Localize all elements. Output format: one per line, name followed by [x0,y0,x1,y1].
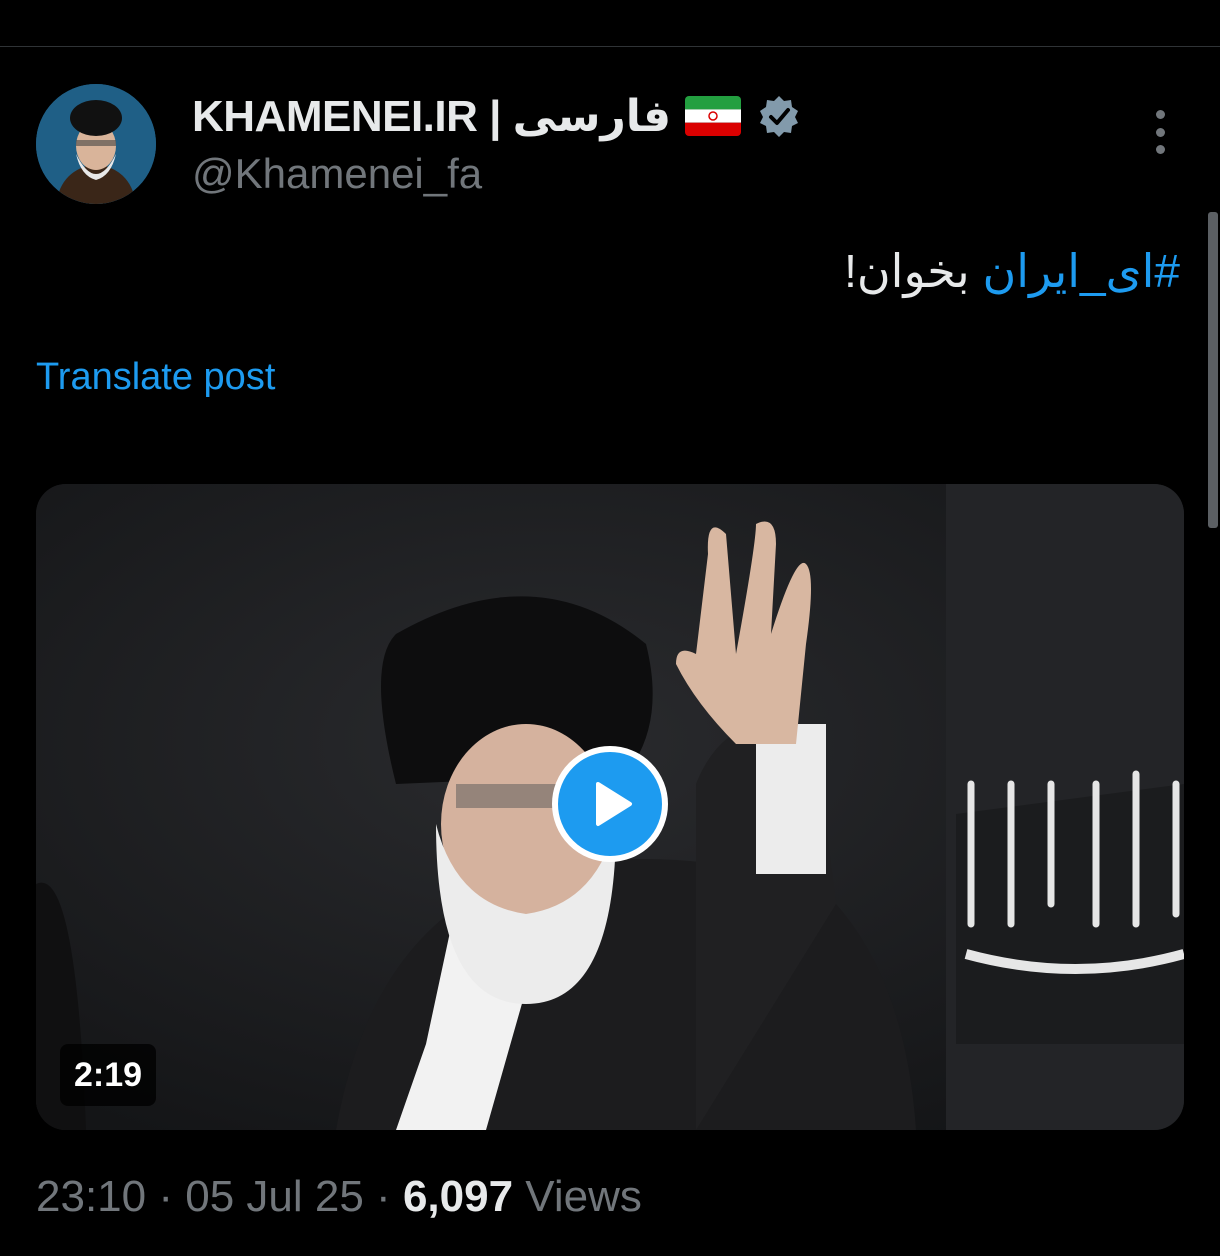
post-date[interactable]: 05 Jul 25 [185,1172,364,1221]
play-icon [596,782,632,826]
views-count: 6,097 [402,1172,514,1221]
video-duration-badge: 2:19 [60,1044,157,1106]
iran-flag-icon [685,96,742,136]
scrollbar-thumb[interactable] [1208,212,1218,528]
avatar[interactable] [36,84,156,204]
display-name[interactable]: KHAMENEI.IR | فارسی [192,91,672,142]
meta-separator: · [376,1172,391,1221]
hashtag-link[interactable]: #ای_ایران [983,245,1180,297]
video-player[interactable]: 2:19 [36,484,1184,1130]
post-text-rest: بخوان! [844,245,970,297]
post-meta: 23:10 · 05 Jul 25 · 6,097 Views [36,1172,642,1222]
translate-post-link[interactable]: Translate post [36,356,275,399]
author-name-row[interactable]: KHAMENEI.IR | فارسی [192,90,801,142]
play-button[interactable] [552,746,668,862]
top-divider [0,46,1220,47]
more-options-icon[interactable] [1142,110,1178,154]
views-label: Views [525,1172,642,1221]
post-text: #ای_ایران بخوان! [844,244,1180,298]
post-time[interactable]: 23:10 [36,1172,146,1221]
verified-badge-icon[interactable] [757,94,801,138]
author-handle[interactable]: @Khamenei_fa [192,150,482,198]
meta-separator: · [158,1172,173,1221]
